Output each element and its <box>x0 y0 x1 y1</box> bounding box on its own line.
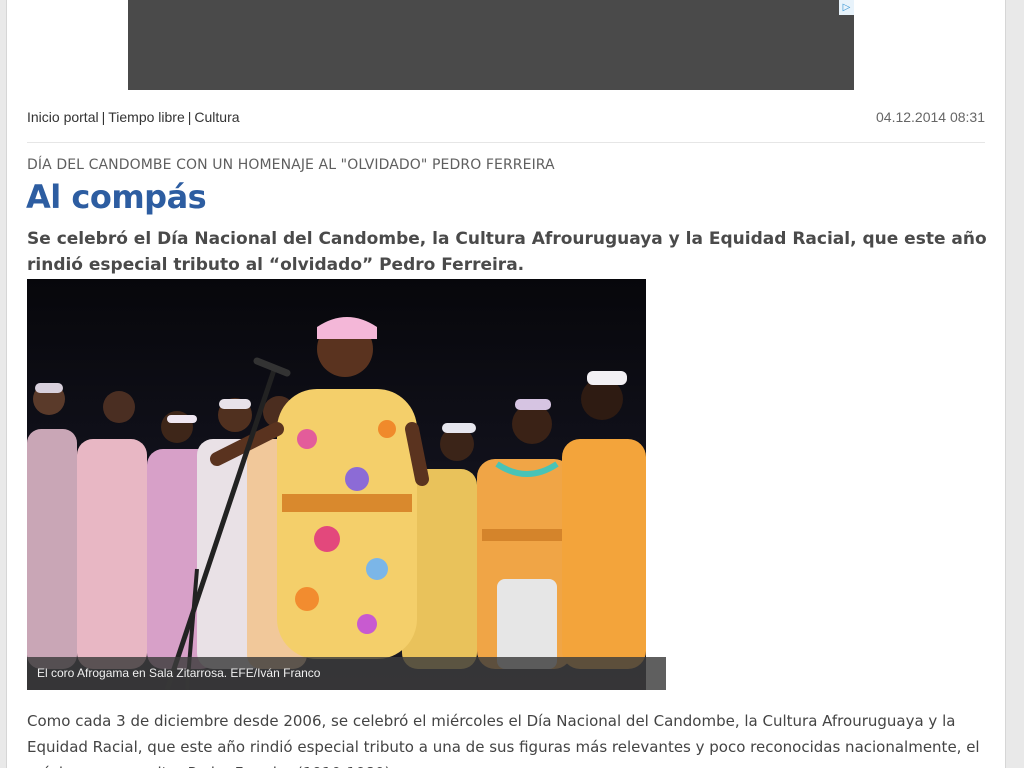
breadcrumb-inicio-portal[interactable]: Inicio portal <box>27 109 99 125</box>
breadcrumb-separator: | <box>187 109 192 125</box>
photo-caption-bar: El coro Afrogama en Sala Zitarrosa. EFE/… <box>27 657 666 690</box>
article-date: 04.12.2014 08:31 <box>876 109 985 125</box>
advertisement-banner[interactable]: ▷ <box>128 0 854 90</box>
article-photo[interactable] <box>27 279 646 690</box>
breadcrumb-cultura[interactable]: Cultura <box>194 109 239 125</box>
adchoices-icon[interactable]: ▷ <box>839 0 854 15</box>
article-kicker: DÍA DEL CANDOMBE CON UN HOMENAJE AL "OLV… <box>27 157 555 173</box>
article-title: Al compás <box>26 178 207 216</box>
divider <box>27 142 985 143</box>
photo-caption: El coro Afrogama en Sala Zitarrosa. EFE/… <box>37 666 321 680</box>
page: ▷ Inicio portal | Tiempo libre | Cultura 04.… <box>6 0 1006 768</box>
breadcrumb-separator: | <box>101 109 106 125</box>
article-summary: Se celebró el Día Nacional del Candombe,… <box>27 229 987 275</box>
breadcrumb: Inicio portal | Tiempo libre | Cultura <box>27 109 240 125</box>
article-body: Como cada 3 de diciembre desde 2006, se … <box>27 712 980 768</box>
breadcrumb-tiempo-libre[interactable]: Tiempo libre <box>108 109 185 125</box>
choir-photo-illustration <box>27 279 646 690</box>
